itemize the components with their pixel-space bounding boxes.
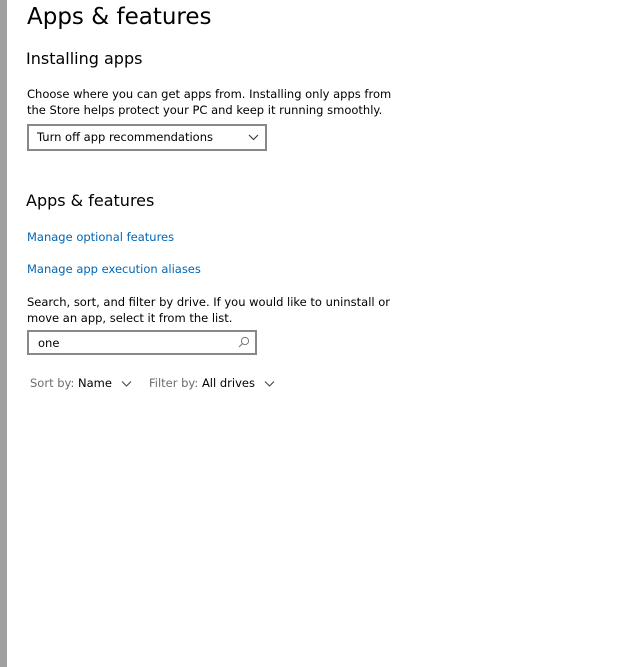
installing-apps-description: Choose where you can get apps from. Inst…	[27, 87, 392, 117]
installing-apps-heading: Installing apps	[26, 49, 143, 68]
app-search-input[interactable]	[38, 335, 228, 351]
filter-by-control[interactable]: Filter by: All drives	[149, 376, 275, 390]
apps-features-description: Search, sort, and filter by drive. If yo…	[27, 295, 391, 325]
manage-app-execution-aliases-link[interactable]: Manage app execution aliases	[27, 262, 201, 276]
left-window-edge	[0, 0, 7, 667]
app-source-dropdown-value: Turn off app recommendations	[37, 130, 213, 144]
sort-by-control[interactable]: Sort by: Name	[30, 376, 132, 390]
filter-by-value: All drives	[201, 376, 255, 390]
apps-features-heading: Apps & features	[26, 191, 155, 210]
filter-by-label: Filter by:	[149, 376, 199, 390]
sort-by-label: Sort by:	[30, 376, 75, 390]
search-icon[interactable]	[238, 336, 250, 348]
app-search-box[interactable]	[27, 330, 257, 355]
app-source-dropdown[interactable]: Turn off app recommendations	[27, 124, 267, 151]
manage-optional-features-link[interactable]: Manage optional features	[27, 230, 174, 244]
page-title: Apps & features	[27, 4, 212, 30]
chevron-down-icon	[248, 134, 259, 141]
sort-by-value: Name	[78, 376, 112, 390]
chevron-down-icon	[264, 380, 274, 387]
chevron-down-icon	[121, 380, 132, 387]
